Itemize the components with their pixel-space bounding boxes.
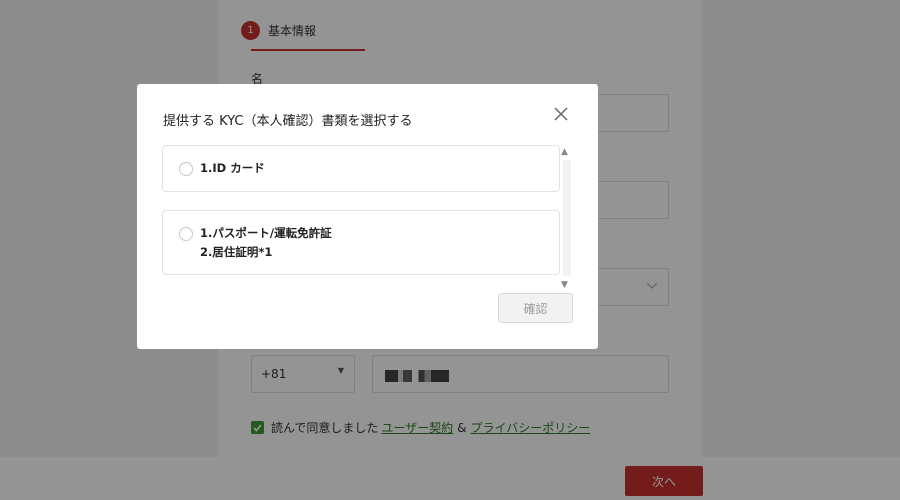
option-id-card-label: 1.ID カード [200, 161, 265, 175]
option-passport[interactable]: 1.パスポート/運転免許証 2.居住証明*1 [162, 210, 560, 275]
option-passport-line1: 1.パスポート/運転免許証 [200, 226, 332, 240]
scroll-up-arrow-icon[interactable]: ▲ [561, 147, 568, 157]
radio-id-card[interactable] [179, 162, 193, 176]
radio-passport[interactable] [179, 227, 193, 241]
option-id-card[interactable]: 1.ID カード [162, 145, 560, 192]
modal-title: 提供する KYC（本人確認）書類を選択する [163, 114, 413, 129]
scrollbar-track[interactable] [563, 160, 571, 276]
option-passport-label: 1.パスポート/運転免許証 2.居住証明*1 [200, 224, 332, 262]
close-icon[interactable] [551, 104, 571, 124]
confirm-button[interactable]: 確認 [498, 293, 573, 323]
kyc-document-modal: 提供する KYC（本人確認）書類を選択する 1.ID カード 1.パスポート/運… [137, 84, 598, 349]
option-passport-line2: 2.居住証明*1 [200, 245, 273, 259]
scroll-down-arrow-icon[interactable]: ▼ [561, 280, 568, 290]
